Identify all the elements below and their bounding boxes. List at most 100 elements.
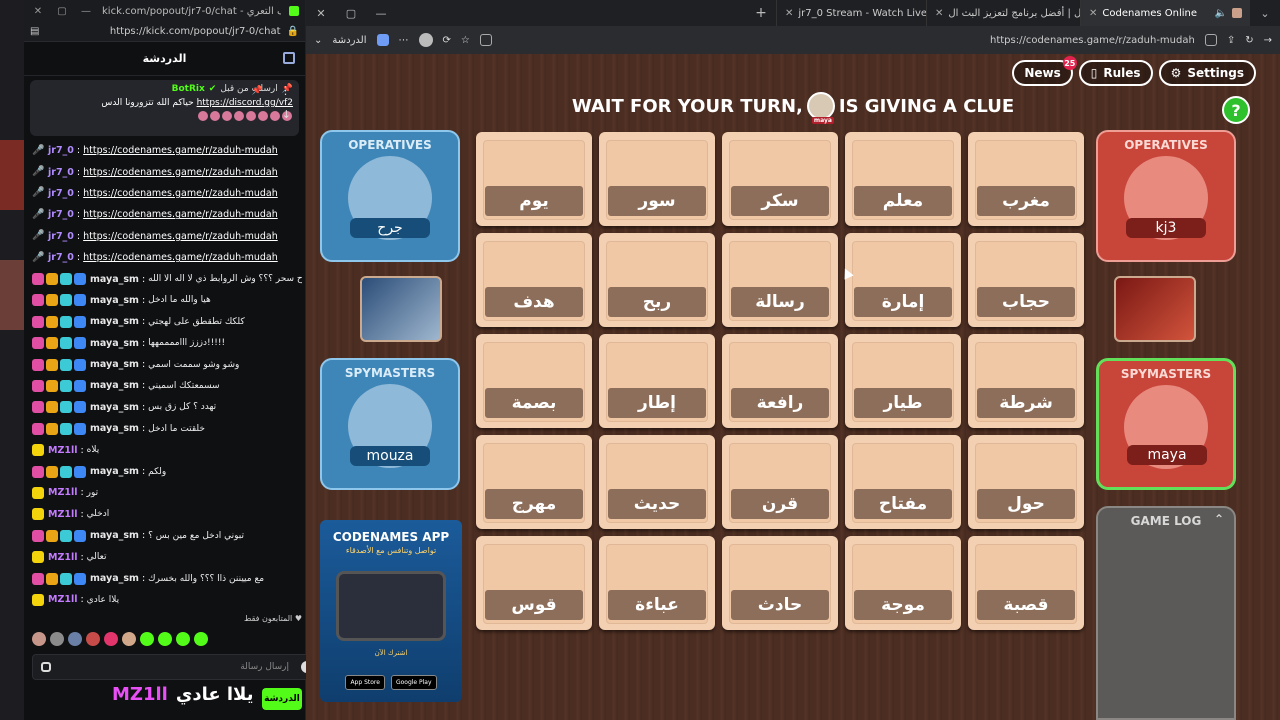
- users-icon[interactable]: [283, 52, 295, 64]
- chat-input[interactable]: إرسال رسالة: [32, 654, 322, 680]
- word-card[interactable]: رسالة: [722, 233, 838, 327]
- word-card[interactable]: هدف: [476, 233, 592, 327]
- emote-icon[interactable]: [176, 632, 190, 646]
- red-operatives-panel[interactable]: OPERATIVES kj3: [1096, 130, 1236, 262]
- more-icon[interactable]: ⋯: [399, 35, 409, 46]
- settings-button[interactable]: ⚙ Settings: [1158, 60, 1256, 86]
- word-card[interactable]: حادث: [722, 536, 838, 630]
- close-window-icon[interactable]: ✕: [306, 7, 336, 20]
- sidebar-toggle-icon[interactable]: ⌄: [314, 35, 322, 46]
- chat-message-text[interactable]: https://codenames.game/r/zaduh-mudah: [83, 252, 278, 263]
- chat-message-text[interactable]: https://codenames.game/r/zaduh-mudah: [83, 188, 278, 199]
- chat-username[interactable]: maya_sm: [90, 338, 139, 349]
- word-card[interactable]: موجة: [845, 536, 961, 630]
- speaker-icon[interactable]: 🔈: [1215, 8, 1227, 19]
- word-card[interactable]: سور: [599, 132, 715, 226]
- pinned-link[interactable]: https://discord.gg/vf2: [197, 98, 293, 108]
- close-tab-icon[interactable]: ✕: [935, 8, 943, 19]
- blue-operatives-panel[interactable]: OPERATIVES جرح: [320, 130, 460, 262]
- minimize-window-icon[interactable]: —: [366, 7, 396, 20]
- chat-username[interactable]: MZ1ll: [48, 552, 77, 563]
- chat-username[interactable]: jr7_0: [48, 209, 74, 220]
- blue-spymasters-panel[interactable]: SPYMASTERS mouza: [320, 358, 460, 490]
- copilot-icon[interactable]: [376, 34, 389, 46]
- close-icon[interactable]: ✕: [30, 6, 46, 17]
- favorite-icon[interactable]: ☆: [461, 35, 470, 46]
- chat-message-text[interactable]: https://codenames.game/r/zaduh-mudah: [83, 167, 278, 178]
- word-card[interactable]: مهرج: [476, 435, 592, 529]
- chat-username[interactable]: maya_sm: [90, 466, 139, 477]
- chat-username[interactable]: jr7_0: [48, 252, 74, 263]
- chat-username[interactable]: maya_sm: [90, 402, 139, 413]
- google-play-badge[interactable]: Google Play: [390, 675, 437, 690]
- chat-username[interactable]: jr7_0: [48, 188, 74, 199]
- site-info-icon[interactable]: [1204, 34, 1217, 46]
- close-tab-icon[interactable]: ✕: [1089, 8, 1097, 19]
- emote-icon[interactable]: [104, 632, 118, 646]
- word-card[interactable]: ربح: [599, 233, 715, 327]
- chat-username[interactable]: maya_sm: [90, 530, 139, 541]
- chat-message-text[interactable]: https://codenames.game/r/zaduh-mudah: [83, 231, 278, 242]
- word-card[interactable]: طيار: [845, 334, 961, 428]
- word-card[interactable]: قصبة: [968, 536, 1084, 630]
- extension-icon[interactable]: ⟳: [443, 35, 451, 46]
- word-card[interactable]: مفتاح: [845, 435, 961, 529]
- word-card[interactable]: رافعة: [722, 334, 838, 428]
- word-card[interactable]: مغرب: [968, 132, 1084, 226]
- chat-send-button[interactable]: الدردشة: [262, 688, 302, 710]
- sidebar-label[interactable]: الدردشة: [332, 35, 366, 46]
- chat-username[interactable]: maya_sm: [90, 380, 139, 391]
- game-log-panel[interactable]: GAME LOG ⌃: [1096, 506, 1236, 720]
- chat-username[interactable]: jr7_0: [48, 145, 74, 156]
- chat-username[interactable]: MZ1ll: [48, 445, 77, 456]
- forward-icon[interactable]: →: [1264, 35, 1272, 46]
- chat-username[interactable]: maya_sm: [90, 573, 139, 584]
- emote-icon[interactable]: [32, 632, 46, 646]
- word-card[interactable]: إمارة: [845, 233, 961, 327]
- url-field[interactable]: https://codenames.game/r/zaduh-mudah: [502, 35, 1195, 46]
- refresh-icon[interactable]: ↻: [1245, 35, 1253, 46]
- word-card[interactable]: حول: [968, 435, 1084, 529]
- emote-icon[interactable]: [86, 632, 100, 646]
- word-card[interactable]: حديث: [599, 435, 715, 529]
- maximize-icon[interactable]: ▢: [54, 6, 70, 17]
- profile-icon[interactable]: [418, 33, 433, 47]
- chat-username[interactable]: jr7_0: [48, 167, 74, 178]
- emote-icon[interactable]: [50, 632, 64, 646]
- tab-kick-stream[interactable]: ✕ jr7_0 Stream - Watch Live on Kick: [776, 0, 926, 26]
- shield-icon[interactable]: [41, 662, 51, 672]
- chat-username[interactable]: maya_sm: [90, 295, 139, 306]
- emote-icon[interactable]: [194, 632, 208, 646]
- new-tab-icon[interactable]: +: [746, 5, 776, 21]
- rules-button[interactable]: ▯ Rules: [1078, 60, 1153, 86]
- expand-arrow-icon[interactable]: ↓: [282, 108, 291, 121]
- word-card[interactable]: بصمة: [476, 334, 592, 428]
- reading-view-icon[interactable]: [479, 34, 492, 46]
- close-tab-icon[interactable]: ✕: [785, 8, 793, 19]
- pin-icon[interactable]: 📌: [252, 86, 263, 96]
- word-card[interactable]: حجاب: [968, 233, 1084, 327]
- chat-username[interactable]: maya_sm: [90, 316, 139, 327]
- word-card[interactable]: قوس: [476, 536, 592, 630]
- codenames-app-promo[interactable]: CODENAMES APP تواصل وتنافس مع الأصدقاء ا…: [320, 520, 462, 702]
- emote-icon[interactable]: [158, 632, 172, 646]
- word-card[interactable]: سكر: [722, 132, 838, 226]
- chat-username[interactable]: maya_sm: [90, 359, 139, 370]
- word-card[interactable]: قرن: [722, 435, 838, 529]
- chat-username[interactable]: MZ1ll: [48, 594, 77, 605]
- emote-icon[interactable]: [140, 632, 154, 646]
- chat-username[interactable]: jr7_0: [48, 231, 74, 242]
- word-card[interactable]: إطار: [599, 334, 715, 428]
- maximize-window-icon[interactable]: ▢: [336, 7, 366, 20]
- share-icon[interactable]: ⇪: [1227, 35, 1235, 46]
- tab-codenames[interactable]: ✕ Codenames Online 🔈: [1080, 0, 1250, 26]
- tab-list-chevron-icon[interactable]: ⌄: [1250, 7, 1280, 20]
- chat-username[interactable]: MZ1ll: [48, 509, 77, 520]
- more-options-icon[interactable]: ⋮: [280, 84, 291, 97]
- chat-username[interactable]: maya_sm: [90, 423, 139, 434]
- chat-username[interactable]: maya_sm: [90, 274, 139, 285]
- news-button[interactable]: News 25: [1012, 56, 1077, 86]
- tab-interaction[interactable]: ✕ التفاعل | أفضل برنامج لتعزيز البث ال..…: [926, 0, 1080, 26]
- chat-message-text[interactable]: https://codenames.game/r/zaduh-mudah: [83, 209, 278, 220]
- chat-url[interactable]: https://kick.com/popout/jr7-0/chat: [45, 26, 281, 37]
